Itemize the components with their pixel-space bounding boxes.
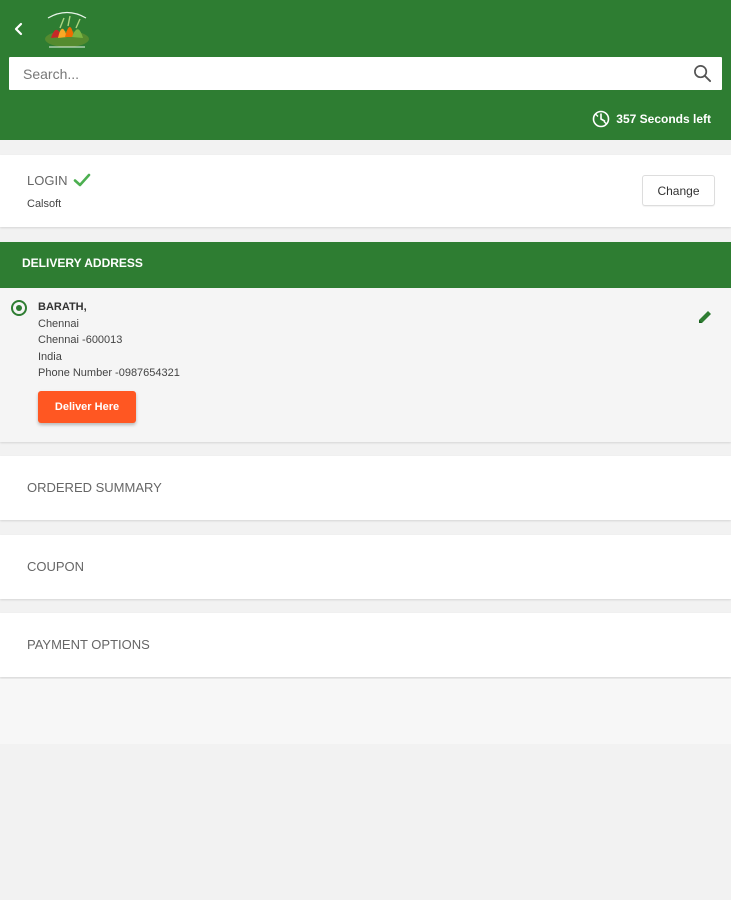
address-phone: Phone Number -0987654321 <box>38 367 180 379</box>
timer-text: 357 Seconds left <box>616 112 711 126</box>
login-card: LOGIN Calsoft Change <box>0 155 731 227</box>
page-footer-area <box>0 679 731 744</box>
address-radio[interactable] <box>11 300 27 316</box>
check-icon <box>74 173 91 187</box>
login-label: LOGIN <box>27 172 68 188</box>
login-username: Calsoft <box>27 198 62 210</box>
pencil-icon[interactable] <box>696 308 714 326</box>
ordered-summary-section[interactable]: ORDERED SUMMARY <box>0 456 731 520</box>
address-line2: Chennai -600013 <box>38 334 123 346</box>
deliver-here-button[interactable]: Deliver Here <box>38 391 136 423</box>
change-login-button[interactable]: Change <box>642 175 715 206</box>
delivery-address-header: DELIVERY ADDRESS <box>0 242 731 288</box>
session-timer: 357 Seconds left <box>592 109 711 129</box>
address-card: BARATH, Chennai Chennai -600013 India Ph… <box>0 288 731 442</box>
delivery-address-title: DELIVERY ADDRESS <box>22 256 143 270</box>
chevron-left-icon <box>14 22 23 36</box>
payment-options-section[interactable]: PAYMENT OPTIONS <box>0 613 731 677</box>
address-name: BARATH, <box>38 301 87 313</box>
app-header: 357 Seconds left <box>0 0 731 140</box>
coupon-section[interactable]: COUPON <box>0 535 731 599</box>
address-details: BARATH, Chennai Chennai -600013 India Ph… <box>38 299 180 382</box>
payment-options-title: PAYMENT OPTIONS <box>27 637 150 652</box>
fresh-farm-logo <box>45 11 89 48</box>
address-line1: Chennai <box>38 317 79 330</box>
search-icon[interactable] <box>693 64 712 83</box>
ordered-summary-title: ORDERED SUMMARY <box>27 480 162 495</box>
address-country: India <box>38 350 62 363</box>
back-button[interactable] <box>8 16 30 42</box>
coupon-title: COUPON <box>27 559 85 574</box>
search-bar <box>9 57 722 90</box>
login-title: LOGIN <box>27 172 91 188</box>
timer-icon <box>592 110 610 128</box>
search-input[interactable] <box>9 57 679 90</box>
